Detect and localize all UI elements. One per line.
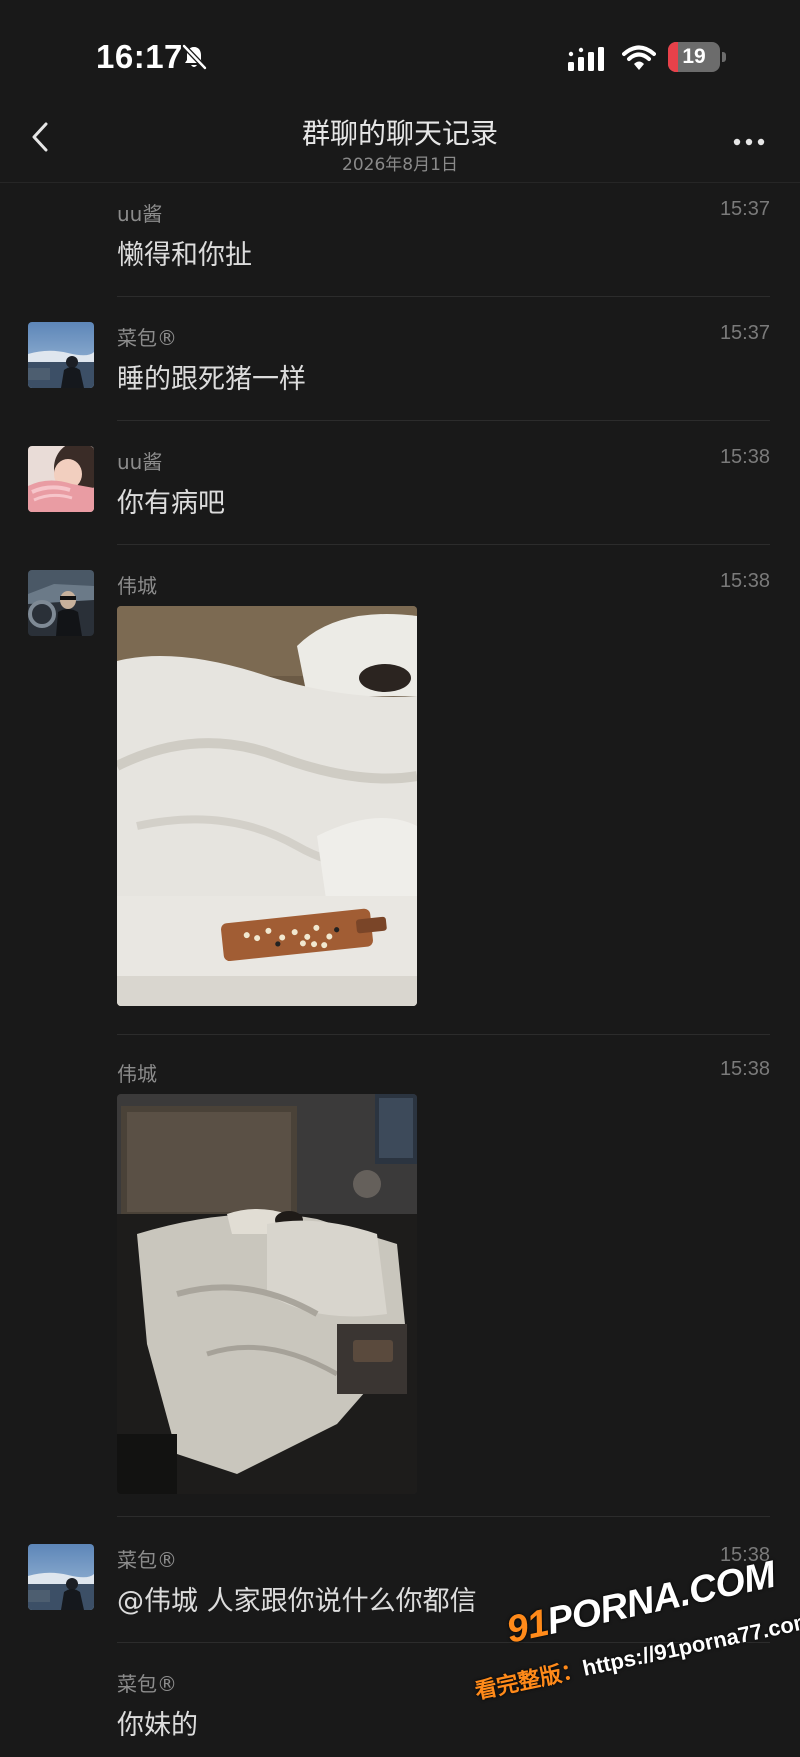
avatar[interactable] bbox=[28, 1544, 94, 1610]
message-text: 睡的跟死猪一样 bbox=[117, 364, 306, 395]
avatar[interactable] bbox=[28, 570, 94, 636]
message-text: 你有病吧 bbox=[117, 488, 225, 519]
divider bbox=[117, 1516, 770, 1517]
bed-photo-image bbox=[117, 606, 417, 1006]
car-avatar-icon bbox=[28, 570, 94, 636]
sea-avatar-icon bbox=[28, 322, 94, 388]
chat-message[interactable]: 菜包® 15:37 睡的跟死猪一样 bbox=[0, 310, 800, 421]
status-bar: 16:17 19 bbox=[0, 0, 800, 100]
sender-name: 菜包® bbox=[117, 326, 177, 350]
girl-avatar-icon bbox=[28, 446, 94, 512]
sender-name: uu酱 bbox=[117, 202, 163, 226]
message-text: 懒得和你扯 bbox=[117, 240, 252, 271]
message-text: @伟城 人家跟你说什么你都信 bbox=[117, 1586, 477, 1617]
divider bbox=[117, 420, 770, 421]
nav-bar: 群聊的聊天记录 2026年8月1日 bbox=[0, 100, 800, 183]
chat-message[interactable]: uu酱 15:37 懒得和你扯 bbox=[0, 186, 800, 297]
sender-name: 菜包® bbox=[117, 1672, 177, 1696]
battery-level: 19 bbox=[682, 45, 706, 68]
message-time: 15:38 bbox=[719, 446, 770, 468]
message-text: 你妹的 bbox=[117, 1710, 198, 1741]
battery-tip bbox=[722, 52, 726, 62]
divider bbox=[117, 296, 770, 297]
battery-body: 19 bbox=[668, 42, 720, 72]
watermark-url-label: 看完整版： bbox=[472, 1656, 586, 1704]
bell-muted-icon bbox=[182, 44, 207, 70]
page-title: 群聊的聊天记录 bbox=[301, 117, 498, 150]
divider bbox=[117, 544, 770, 545]
sender-name: uu酱 bbox=[117, 450, 163, 474]
photo-message[interactable] bbox=[117, 1094, 417, 1494]
chat-message[interactable]: 伟城 15:38 bbox=[0, 1046, 800, 1522]
chat-message[interactable]: 伟城 15:38 bbox=[0, 558, 800, 1035]
avatar[interactable] bbox=[28, 322, 94, 388]
photo-message[interactable] bbox=[117, 606, 417, 1006]
dark-room-photo-image bbox=[117, 1094, 417, 1494]
message-time: 15:38 bbox=[719, 570, 770, 592]
sea-avatar-icon bbox=[28, 1544, 94, 1610]
battery-indicator: 19 bbox=[668, 42, 728, 72]
chat-message[interactable]: uu酱 15:38 你有病吧 bbox=[0, 434, 800, 545]
avatar[interactable] bbox=[28, 446, 94, 512]
divider bbox=[117, 1034, 770, 1035]
message-time: 15:37 bbox=[719, 198, 770, 220]
sender-name: 菜包® bbox=[117, 1548, 177, 1572]
message-time: 15:38 bbox=[719, 1058, 770, 1080]
message-time: 15:37 bbox=[719, 322, 770, 344]
status-time: 16:17 bbox=[96, 38, 183, 75]
more-options-icon[interactable] bbox=[724, 120, 774, 160]
wifi-icon bbox=[622, 45, 656, 70]
sender-name: 伟城 bbox=[117, 574, 157, 598]
page-subtitle-date: 2026年8月1日 bbox=[342, 155, 458, 175]
cellular-signal-icon bbox=[568, 47, 604, 71]
sender-name: 伟城 bbox=[117, 1062, 157, 1086]
